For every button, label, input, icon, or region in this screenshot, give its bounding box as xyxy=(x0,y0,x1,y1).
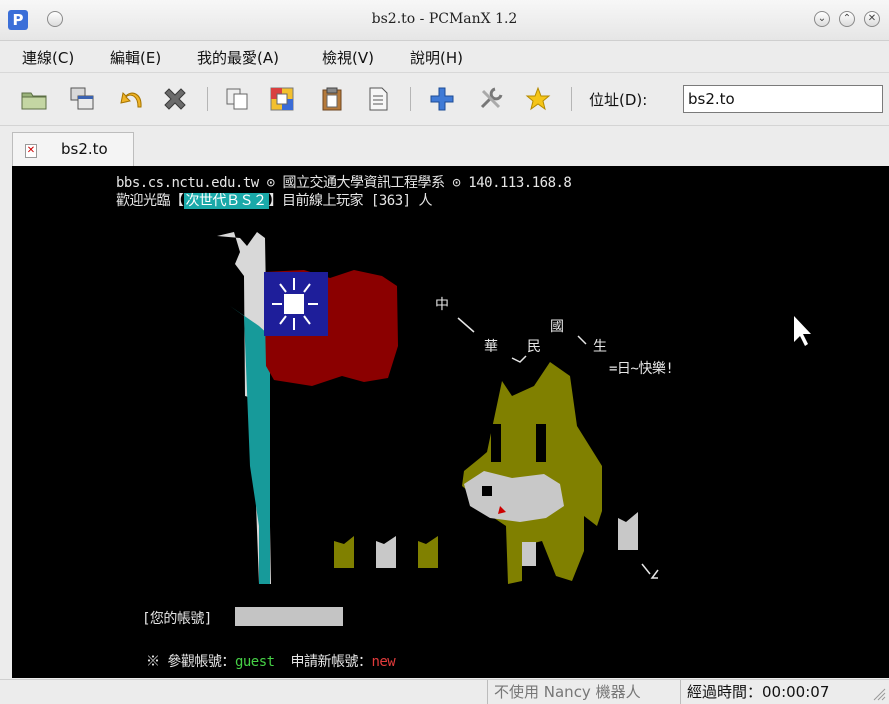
small-cat-3 xyxy=(418,536,438,568)
minimize-icon[interactable]: ⌄ xyxy=(814,11,830,27)
add-bookmark-icon[interactable] xyxy=(428,85,456,113)
new-prefix: 申請新帳號： xyxy=(290,654,372,670)
menu-help[interactable]: 說明(H) xyxy=(410,47,463,68)
flag-pole-shade xyxy=(230,306,270,584)
disconnect-icon[interactable] xyxy=(161,85,189,113)
tab-label: bs2.to xyxy=(61,140,108,158)
new-window-icon[interactable] xyxy=(68,85,96,113)
menu-connection[interactable]: 連線(C) xyxy=(22,47,74,68)
window-title: bs2.to - PCManX 1.2 xyxy=(371,11,518,27)
art-happy-text: =日~快樂! xyxy=(609,361,674,377)
dog-left-eye xyxy=(491,424,501,462)
art-char-zhong: 中 xyxy=(435,297,449,313)
art-char-sheng: 生 xyxy=(593,339,607,355)
color-copy-icon[interactable] xyxy=(268,85,296,113)
select-all-icon[interactable] xyxy=(364,85,392,113)
guest-prefix: ※ 參觀帳號： xyxy=(146,654,235,670)
elapsed-time: 經過時間：00:00:07 xyxy=(680,680,870,704)
username-input[interactable] xyxy=(235,607,343,626)
ansi-art xyxy=(217,232,811,584)
toolbar-separator xyxy=(207,87,208,111)
login-prompt: [您的帳號] xyxy=(142,611,212,627)
small-cat-1 xyxy=(334,536,354,568)
terminal-screen[interactable]: bbs.cs.nctu.edu.tw ⊙ 國立交通大學資訊工程學系 ⊙ 140.… xyxy=(12,166,889,678)
paste-icon[interactable] xyxy=(318,85,346,113)
status-bar: 不使用 Nancy 機器人 經過時間：00:00:07 xyxy=(0,679,889,704)
menu-favorites[interactable]: 我的最愛(A) xyxy=(197,47,279,68)
art-char-min: 民 xyxy=(527,339,541,355)
menu-view[interactable]: 檢視(V) xyxy=(322,47,374,68)
maximize-icon[interactable]: ⌃ xyxy=(839,11,855,27)
account-hint-line: ※ 參觀帳號：guest 申請新帳號：new xyxy=(146,651,396,671)
toolbar: 位址(D): xyxy=(0,72,889,125)
address-input[interactable] xyxy=(683,85,883,113)
open-folder-icon[interactable] xyxy=(20,85,48,113)
close-icon[interactable]: ✕ xyxy=(864,11,880,27)
toolbar-separator xyxy=(571,87,572,111)
small-cat-4 xyxy=(618,512,638,550)
address-label: 位址(D): xyxy=(589,91,648,109)
settings-icon[interactable] xyxy=(477,85,505,113)
menu-bar: 連線(C) 編輯(E) 我的最愛(A) 檢視(V) 說明(H) xyxy=(0,41,889,71)
resize-grip-icon[interactable] xyxy=(872,687,886,701)
dog-nose xyxy=(482,486,492,496)
small-cat-2 xyxy=(376,536,396,568)
art-char-guo: 國 xyxy=(550,319,564,335)
dog-snout xyxy=(464,471,564,522)
menu-edit[interactable]: 編輯(E) xyxy=(110,47,161,68)
tab-bs2[interactable]: ✕ bs2.to xyxy=(12,132,134,166)
dog-right-eye xyxy=(536,424,546,462)
copy-icon[interactable] xyxy=(223,85,251,113)
tab-bar: ✕ bs2.to xyxy=(0,125,889,166)
dog-leg-patch xyxy=(522,542,536,566)
nancy-status: 不使用 Nancy 機器人 xyxy=(487,680,678,704)
art-strokes xyxy=(457,317,587,363)
close-tab-icon[interactable]: ✕ xyxy=(25,144,37,158)
mouse-pointer-icon xyxy=(794,316,811,346)
favorites-star-icon[interactable] xyxy=(524,85,552,113)
toolbar-separator xyxy=(410,87,411,111)
guest-account: guest xyxy=(234,654,275,670)
reconnect-icon[interactable] xyxy=(118,85,146,113)
new-account: new xyxy=(371,654,396,670)
art-char-hua: 華 xyxy=(484,339,498,355)
title-bar: P bs2.to - PCManX 1.2 ⌄ ⌃ ✕ xyxy=(0,0,889,41)
flag-white-sun xyxy=(284,294,304,314)
art-squiggle xyxy=(641,563,659,579)
